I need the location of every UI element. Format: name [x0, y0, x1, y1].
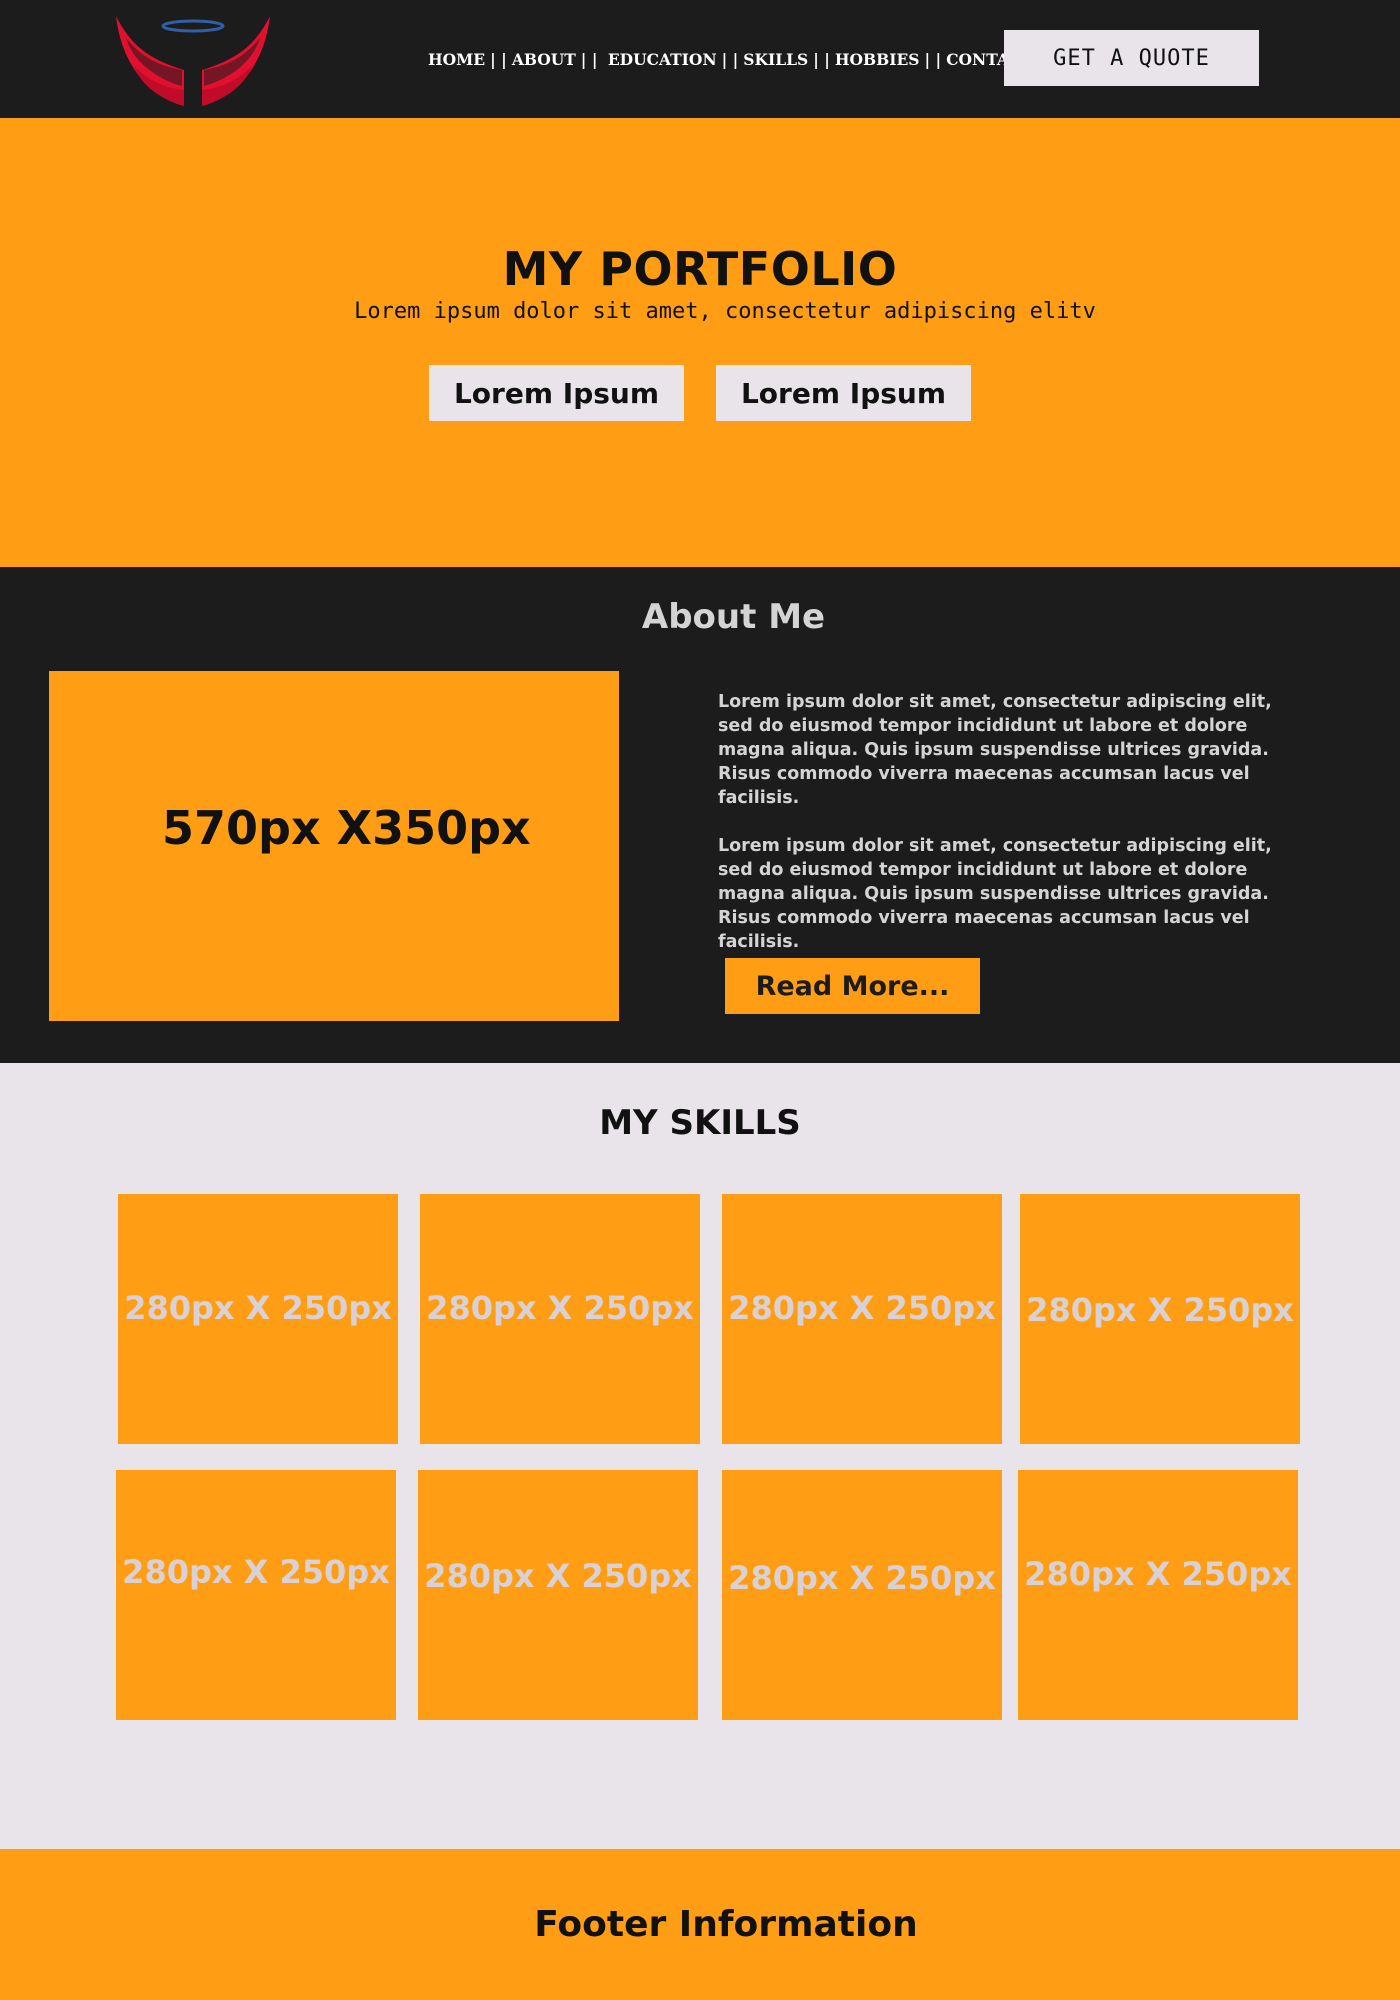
- skill-card[interactable]: 280px X 250px: [418, 1470, 698, 1720]
- skills-title: MY SKILLS: [599, 1103, 801, 1143]
- footer-title: Footer Information: [534, 1904, 918, 1945]
- nav-home[interactable]: HOME: [428, 50, 485, 69]
- about-paragraph: Lorem ipsum dolor sit amet, consectetur …: [718, 692, 1272, 808]
- skill-card-label: 280px X 250px: [728, 1559, 996, 1597]
- skill-card[interactable]: 280px X 250px: [722, 1470, 1002, 1720]
- skill-card-label: 280px X 250px: [124, 1289, 392, 1327]
- hero-subtitle: Lorem ipsum dolor sit amet, consectetur …: [354, 299, 1096, 324]
- skill-card-label: 280px X 250px: [122, 1553, 390, 1591]
- hero-title: MY PORTFOLIO: [502, 242, 898, 296]
- nav-education[interactable]: EDUCATION: [602, 50, 717, 69]
- about-image-label: 570px X350px: [162, 801, 531, 855]
- skill-card[interactable]: 280px X 250px: [116, 1470, 396, 1720]
- hero-button-secondary[interactable]: Lorem Ipsum: [716, 365, 971, 421]
- get-a-quote-button[interactable]: GET A QUOTE: [1004, 30, 1259, 86]
- nav-separator: | |: [813, 49, 830, 69]
- nav-separator: | |: [490, 49, 507, 69]
- nav-separator: | |: [924, 49, 942, 69]
- nav-separator: | |: [580, 49, 598, 69]
- site-footer: Footer Information: [0, 1849, 1400, 2000]
- nav-skills[interactable]: SKILLS: [743, 50, 808, 69]
- nav-about[interactable]: ABOUT: [512, 50, 576, 69]
- read-more-button[interactable]: Read More...: [725, 958, 980, 1014]
- skill-card[interactable]: 280px X 250px: [118, 1194, 398, 1444]
- site-header: HOME | | ABOUT | | EDUCATION | | SKILLS …: [0, 0, 1400, 118]
- main-nav: HOME | | ABOUT | | EDUCATION | | SKILLS …: [428, 47, 1033, 71]
- skill-card-label: 280px X 250px: [1024, 1555, 1292, 1593]
- skill-card[interactable]: 280px X 250px: [420, 1194, 700, 1444]
- about-title: About Me: [641, 597, 826, 637]
- skill-card-label: 280px X 250px: [424, 1557, 692, 1595]
- skill-card-label: 280px X 250px: [728, 1289, 996, 1327]
- about-paragraph: Lorem ipsum dolor sit amet, consectetur …: [718, 836, 1272, 952]
- skill-card-label: 280px X 250px: [426, 1289, 694, 1327]
- skill-card[interactable]: 280px X 250px: [722, 1194, 1002, 1444]
- winged-halo-logo-icon[interactable]: [112, 8, 274, 114]
- nav-separator: | |: [721, 49, 739, 69]
- hero-button-primary[interactable]: Lorem Ipsum: [429, 365, 684, 421]
- nav-hobbies[interactable]: HOBBIES: [835, 50, 920, 69]
- skills-section: MY SKILLS 280px X 250px 280px X 250px 28…: [0, 1063, 1400, 1849]
- skill-card[interactable]: 280px X 250px: [1020, 1194, 1300, 1444]
- hero-section: MY PORTFOLIO Lorem ipsum dolor sit amet,…: [0, 118, 1400, 567]
- about-image-placeholder: 570px X350px: [49, 671, 619, 1021]
- skill-card-label: 280px X 250px: [1026, 1291, 1294, 1329]
- about-section: About Me 570px X350px Lorem ipsum dolor …: [0, 567, 1400, 1063]
- skill-card[interactable]: 280px X 250px: [1018, 1470, 1298, 1720]
